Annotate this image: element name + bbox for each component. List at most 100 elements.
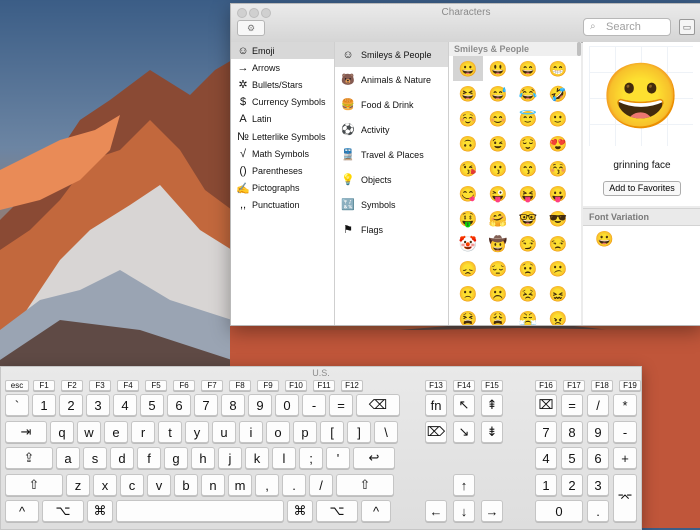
category-item[interactable]: ✲ Bullets/Stars xyxy=(231,76,334,93)
emoji-cell[interactable]: 😄 xyxy=(513,56,543,81)
key[interactable]: l xyxy=(272,447,296,469)
function-key[interactable]: F14 xyxy=(453,380,475,391)
emoji-cell[interactable]: 😎 xyxy=(543,206,573,231)
emoji-cell[interactable]: 🙁 xyxy=(453,281,483,306)
key[interactable]: t xyxy=(158,421,182,443)
key[interactable]: ↑ xyxy=(453,474,475,496)
emoji-cell[interactable]: 😚 xyxy=(543,156,573,181)
emoji-cell[interactable]: 😋 xyxy=(453,181,483,206)
key[interactable]: w xyxy=(77,421,101,443)
key[interactable]: ] xyxy=(347,421,371,443)
category-item[interactable]: → Arrows xyxy=(231,59,334,76)
emoji-cell[interactable]: 😠 xyxy=(543,306,573,326)
emoji-cell[interactable]: 😌 xyxy=(513,131,543,156)
function-key[interactable]: F17 xyxy=(563,380,585,391)
key[interactable]: o xyxy=(266,421,290,443)
function-key[interactable]: F13 xyxy=(425,380,447,391)
grid-scrollbar[interactable] xyxy=(577,42,581,56)
key[interactable]: 1 xyxy=(535,474,557,496)
key[interactable]: + xyxy=(613,447,637,469)
function-key[interactable]: F7 xyxy=(201,380,223,391)
key[interactable]: ⌘ xyxy=(87,500,113,522)
key[interactable]: ⇥ xyxy=(5,421,47,443)
function-key[interactable]: F12 xyxy=(341,380,363,391)
function-key[interactable]: F3 xyxy=(89,380,111,391)
category-item[interactable]: ✍ Pictographs xyxy=(231,180,334,197)
function-key[interactable]: F4 xyxy=(117,380,139,391)
subcategory-item[interactable]: ⚑ Flags xyxy=(335,217,448,242)
key[interactable]: 5 xyxy=(561,447,583,469)
function-key[interactable]: F1 xyxy=(33,380,55,391)
emoji-cell[interactable]: 🤑 xyxy=(453,206,483,231)
category-item[interactable]: √ Math Symbols xyxy=(231,145,334,162)
function-key[interactable]: F18 xyxy=(591,380,613,391)
key[interactable]: ⌧ xyxy=(535,394,557,416)
emoji-cell[interactable]: 🙂 xyxy=(543,106,573,131)
key[interactable]: ^ xyxy=(361,500,391,522)
emoji-cell[interactable]: 😛 xyxy=(543,181,573,206)
key[interactable]: ' xyxy=(326,447,350,469)
font-variation-item[interactable]: 😀 xyxy=(595,230,614,248)
emoji-cell[interactable]: ☹️ xyxy=(483,281,513,306)
key[interactable]: 1 xyxy=(32,394,56,416)
key[interactable]: [ xyxy=(320,421,344,443)
emoji-cell[interactable]: 😍 xyxy=(543,131,573,156)
emoji-cell[interactable]: 😊 xyxy=(483,106,513,131)
key[interactable]: ⌘ xyxy=(287,500,313,522)
function-key[interactable]: F9 xyxy=(257,380,279,391)
emoji-cell[interactable]: 🤗 xyxy=(483,206,513,231)
key[interactable]: 4 xyxy=(113,394,137,416)
emoji-cell[interactable]: 😏 xyxy=(513,231,543,256)
function-key[interactable]: esc xyxy=(5,380,29,391)
emoji-cell[interactable]: 🤡 xyxy=(453,231,483,256)
emoji-cell[interactable]: 😂 xyxy=(513,81,543,106)
key[interactable]: v xyxy=(147,474,171,496)
key[interactable]: g xyxy=(164,447,188,469)
key[interactable]: → xyxy=(481,500,503,522)
gear-icon[interactable]: ⚙︎ xyxy=(237,20,265,36)
key[interactable]: ↓ xyxy=(453,500,475,522)
function-key[interactable]: F16 xyxy=(535,380,557,391)
key[interactable]: fn xyxy=(425,394,447,416)
emoji-cell[interactable]: 😗 xyxy=(483,156,513,181)
key[interactable]: 9 xyxy=(587,421,609,443)
category-item[interactable]: ☺ Emoji xyxy=(231,42,334,60)
key[interactable]: ↘ xyxy=(453,421,475,443)
key[interactable]: * xyxy=(613,394,637,416)
key[interactable]: 6 xyxy=(167,394,191,416)
emoji-cell[interactable]: 🤓 xyxy=(513,206,543,231)
toggle-view-icon[interactable]: ▭ xyxy=(679,19,695,35)
key[interactable]: ↩ xyxy=(353,447,395,469)
emoji-cell[interactable]: 😒 xyxy=(543,231,573,256)
emoji-cell[interactable]: 😁 xyxy=(543,56,573,81)
category-item[interactable]: ,, Punctuation xyxy=(231,197,334,214)
key[interactable]: ⌦ xyxy=(425,421,447,443)
category-item[interactable]: A Latin xyxy=(231,111,334,128)
key[interactable]: ⇧ xyxy=(336,474,394,496)
subcategory-item[interactable]: ☺ Smileys & People xyxy=(335,42,448,67)
key[interactable]: . xyxy=(587,500,609,522)
key[interactable]: z xyxy=(66,474,90,496)
key[interactable]: 8 xyxy=(561,421,583,443)
key[interactable]: e xyxy=(104,421,128,443)
emoji-cell[interactable]: 😇 xyxy=(513,106,543,131)
key[interactable]: 7 xyxy=(194,394,218,416)
key[interactable]: q xyxy=(50,421,74,443)
key[interactable]: j xyxy=(218,447,242,469)
key[interactable]: \ xyxy=(374,421,398,443)
function-key[interactable]: F11 xyxy=(313,380,335,391)
key[interactable]: 9 xyxy=(248,394,272,416)
key[interactable]: s xyxy=(83,447,107,469)
key[interactable]: n xyxy=(201,474,225,496)
key[interactable]: ← xyxy=(425,500,447,522)
subcategory-item[interactable]: ⚽ Activity xyxy=(335,117,448,142)
function-key[interactable]: F5 xyxy=(145,380,167,391)
emoji-cell[interactable]: 😙 xyxy=(513,156,543,181)
key[interactable]: . xyxy=(282,474,306,496)
emoji-cell[interactable]: 😔 xyxy=(483,256,513,281)
emoji-cell[interactable]: 😕 xyxy=(543,256,573,281)
subcategory-item[interactable]: 🍔 Food & Drink xyxy=(335,92,448,117)
emoji-cell[interactable]: 😣 xyxy=(513,281,543,306)
emoji-cell[interactable]: 😖 xyxy=(543,281,573,306)
subcategory-item[interactable]: 🔣 Symbols xyxy=(335,192,448,217)
